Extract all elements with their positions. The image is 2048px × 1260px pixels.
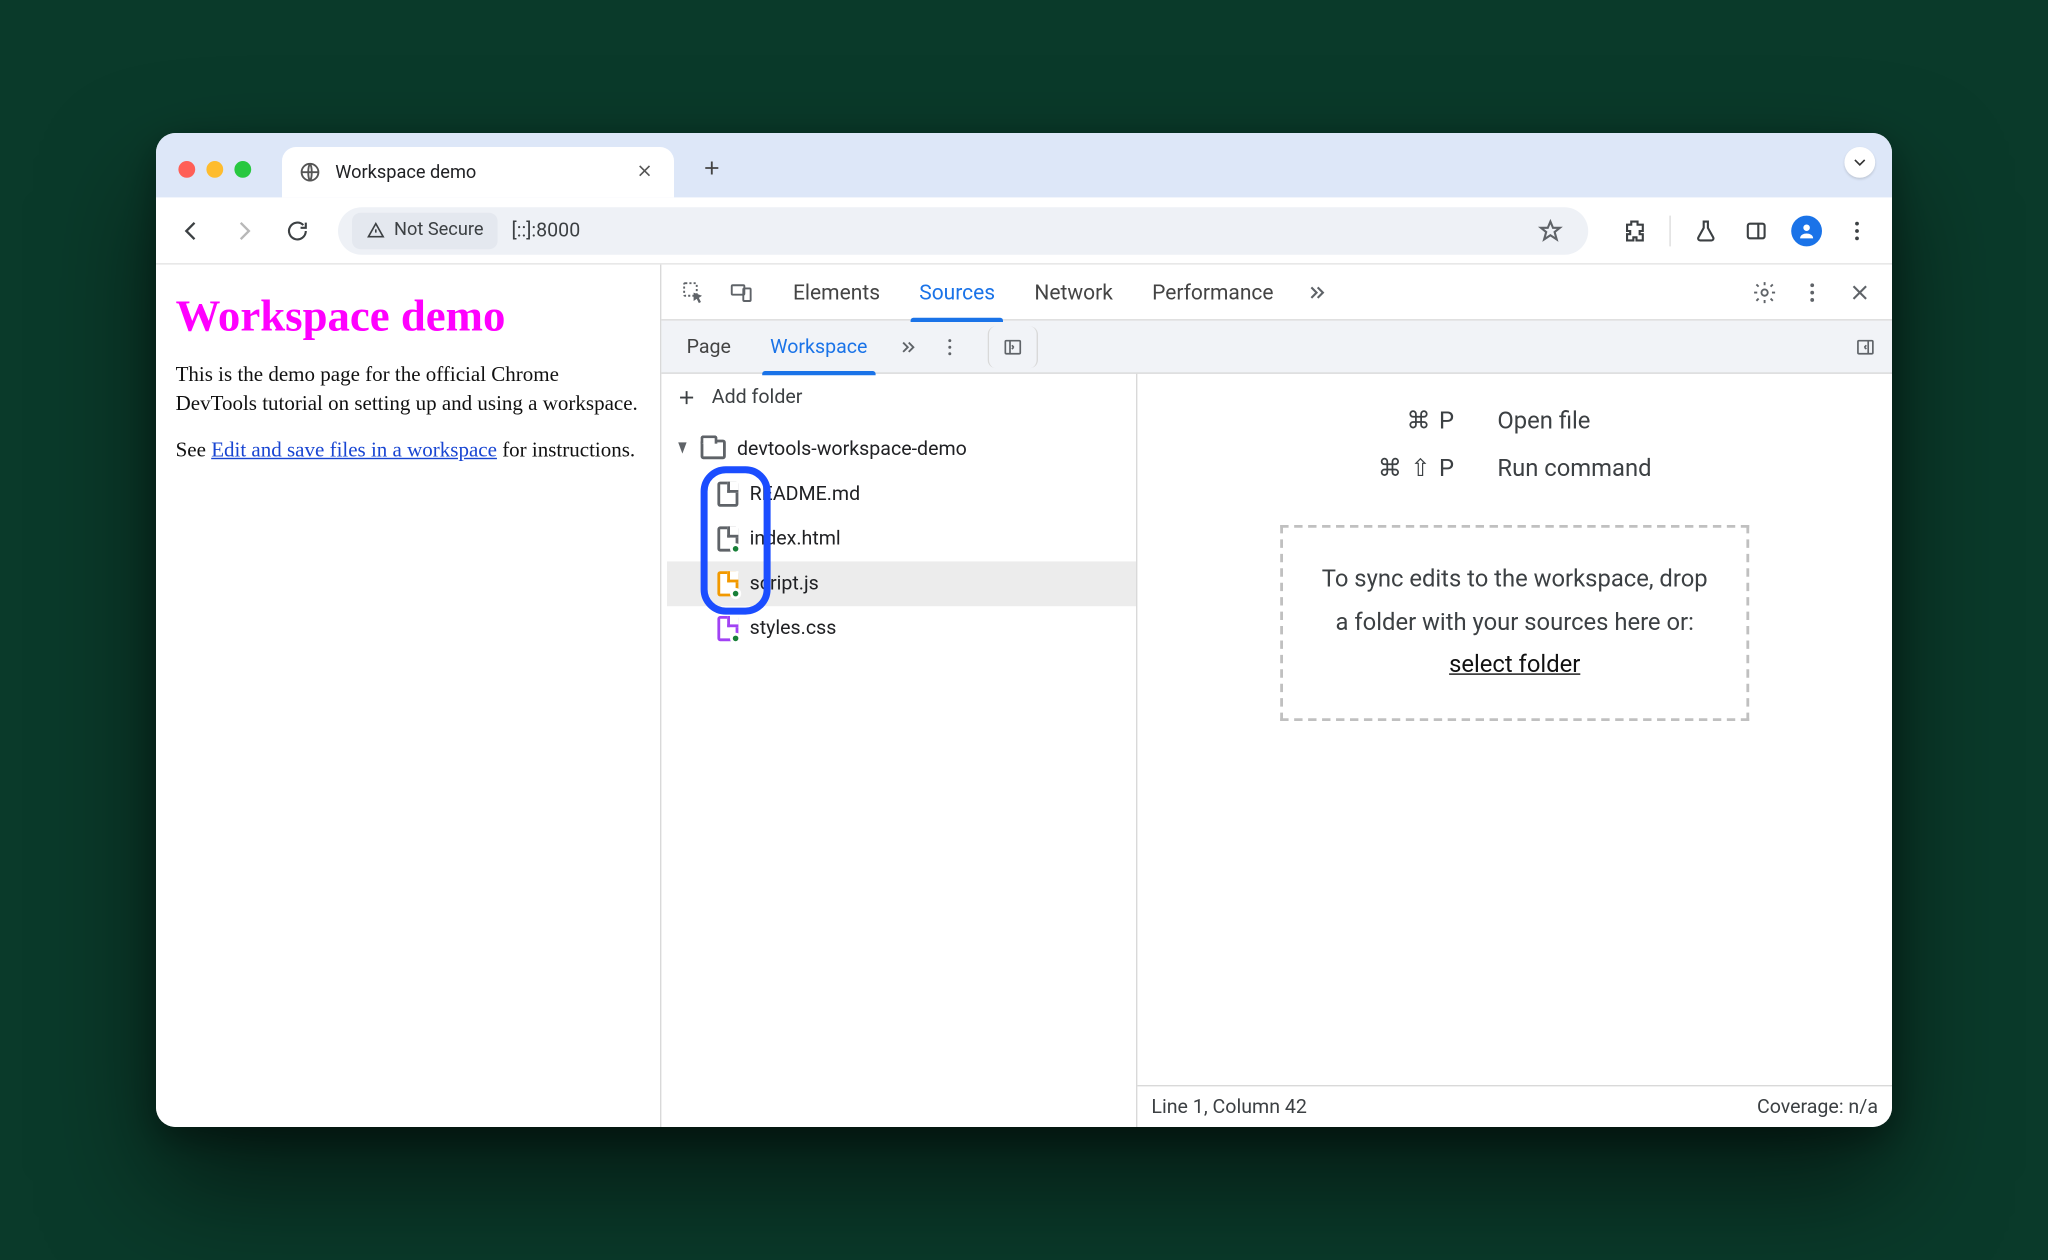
page-paragraph-1: This is the demo page for the official C… bbox=[176, 361, 641, 420]
editor-pane: ⌘ P Open file ⌘ ⇧ P Run command To sync … bbox=[1137, 374, 1892, 1127]
security-chip[interactable]: Not Secure bbox=[352, 212, 498, 248]
address-bar[interactable]: Not Secure [::]:8000 bbox=[338, 207, 1588, 255]
folder-name: devtools-workspace-demo bbox=[737, 438, 967, 460]
tabs-dropdown-button[interactable] bbox=[1844, 147, 1875, 178]
profile-button[interactable] bbox=[1783, 207, 1831, 255]
browser-tab[interactable]: Workspace demo bbox=[282, 147, 674, 197]
shortcut-hints: ⌘ P Open file ⌘ ⇧ P Run command bbox=[1378, 407, 1652, 483]
tab-elements[interactable]: Elements bbox=[773, 264, 899, 320]
file-tree: devtools-workspace-demo README.md index.… bbox=[661, 421, 1136, 651]
devtools-menu-button[interactable] bbox=[1788, 268, 1836, 316]
inspect-element-button[interactable] bbox=[670, 268, 718, 316]
labs-button[interactable] bbox=[1682, 207, 1730, 255]
browser-toolbar: Not Secure [::]:8000 bbox=[156, 197, 1892, 264]
file-icon bbox=[717, 526, 738, 551]
forward-button[interactable] bbox=[220, 207, 268, 255]
open-file-keys: ⌘ P bbox=[1378, 407, 1456, 435]
devtools-settings-button[interactable] bbox=[1741, 268, 1789, 316]
run-command-keys: ⌘ ⇧ P bbox=[1378, 455, 1456, 483]
tab-strip: Workspace demo bbox=[156, 133, 1892, 197]
file-row-index[interactable]: index.html bbox=[667, 517, 1136, 562]
dropzone-line-1: To sync edits to the workspace, drop bbox=[1322, 559, 1708, 602]
reload-button[interactable] bbox=[274, 207, 322, 255]
page-content: Workspace demo This is the demo page for… bbox=[156, 265, 660, 1127]
file-icon bbox=[717, 482, 738, 507]
toolbar-separator bbox=[1669, 215, 1670, 246]
new-tab-button[interactable] bbox=[696, 153, 727, 184]
add-folder-button[interactable]: Add folder bbox=[661, 374, 1136, 422]
open-file-label: Open file bbox=[1497, 407, 1651, 435]
tab-sources[interactable]: Sources bbox=[900, 264, 1015, 320]
folder-icon bbox=[701, 440, 726, 460]
file-icon bbox=[717, 571, 738, 596]
navigator-menu-button[interactable] bbox=[929, 326, 971, 368]
window-close-button[interactable] bbox=[178, 161, 195, 178]
file-row-readme[interactable]: README.md bbox=[667, 472, 1136, 517]
window-maximize-button[interactable] bbox=[234, 161, 251, 178]
device-toolbar-button[interactable] bbox=[717, 268, 765, 316]
subtab-page[interactable]: Page bbox=[667, 320, 751, 373]
tab-title: Workspace demo bbox=[335, 162, 621, 183]
extensions-button[interactable] bbox=[1611, 207, 1659, 255]
cursor-position: Line 1, Column 42 bbox=[1151, 1096, 1307, 1118]
browser-window: Workspace demo bbox=[156, 133, 1892, 1127]
folder-row[interactable]: devtools-workspace-demo bbox=[667, 427, 1136, 472]
file-name: README.md bbox=[750, 483, 861, 505]
tab-performance[interactable]: Performance bbox=[1132, 264, 1293, 320]
tab-network[interactable]: Network bbox=[1015, 264, 1133, 320]
security-label: Not Secure bbox=[394, 220, 484, 241]
url-text: [::]:8000 bbox=[512, 219, 581, 241]
tab-close-button[interactable] bbox=[635, 161, 657, 183]
back-button[interactable] bbox=[167, 207, 215, 255]
run-command-label: Run command bbox=[1497, 455, 1651, 483]
coverage-status: Coverage: n/a bbox=[1757, 1096, 1878, 1118]
devtools-panel: Elements Sources Network Performance bbox=[660, 265, 1892, 1127]
workspace-dropzone[interactable]: To sync edits to the workspace, drop a f… bbox=[1280, 525, 1750, 721]
subtab-workspace[interactable]: Workspace bbox=[751, 320, 888, 373]
select-folder-link[interactable]: select folder bbox=[1449, 651, 1580, 679]
show-debugger-button[interactable] bbox=[1844, 326, 1886, 368]
file-name: styles.css bbox=[750, 617, 837, 639]
devtools-close-button[interactable] bbox=[1836, 268, 1884, 316]
window-minimize-button[interactable] bbox=[206, 161, 223, 178]
globe-icon bbox=[299, 161, 321, 183]
browser-menu-button[interactable] bbox=[1833, 207, 1881, 255]
navigator-pane: Add folder devtools-workspace-demo READM… bbox=[661, 374, 1137, 1127]
workspace-doc-link[interactable]: Edit and save files in a workspace bbox=[211, 440, 497, 462]
file-name: index.html bbox=[750, 528, 841, 550]
file-icon bbox=[717, 616, 738, 641]
more-subtabs-button[interactable] bbox=[887, 326, 929, 368]
page-heading: Workspace demo bbox=[176, 290, 641, 342]
bookmark-button[interactable] bbox=[1527, 207, 1575, 255]
avatar-icon bbox=[1791, 215, 1822, 246]
show-navigator-button[interactable] bbox=[988, 326, 1038, 368]
file-name: script.js bbox=[750, 573, 819, 595]
dropzone-line-2: a folder with your sources here or: bbox=[1322, 601, 1708, 644]
file-row-styles[interactable]: styles.css bbox=[667, 606, 1136, 651]
editor-statusbar: Line 1, Column 42 Coverage: n/a bbox=[1137, 1085, 1892, 1127]
sources-subtabs: Page Workspace bbox=[661, 321, 1892, 374]
window-controls bbox=[178, 161, 251, 178]
side-panel-button[interactable] bbox=[1732, 207, 1780, 255]
devtools-tabs: Elements Sources Network Performance bbox=[661, 265, 1892, 321]
add-folder-label: Add folder bbox=[712, 386, 803, 408]
page-paragraph-2: See Edit and save files in a workspace f… bbox=[176, 437, 641, 466]
file-row-script[interactable]: script.js bbox=[667, 561, 1136, 606]
more-tabs-button[interactable] bbox=[1293, 268, 1341, 316]
